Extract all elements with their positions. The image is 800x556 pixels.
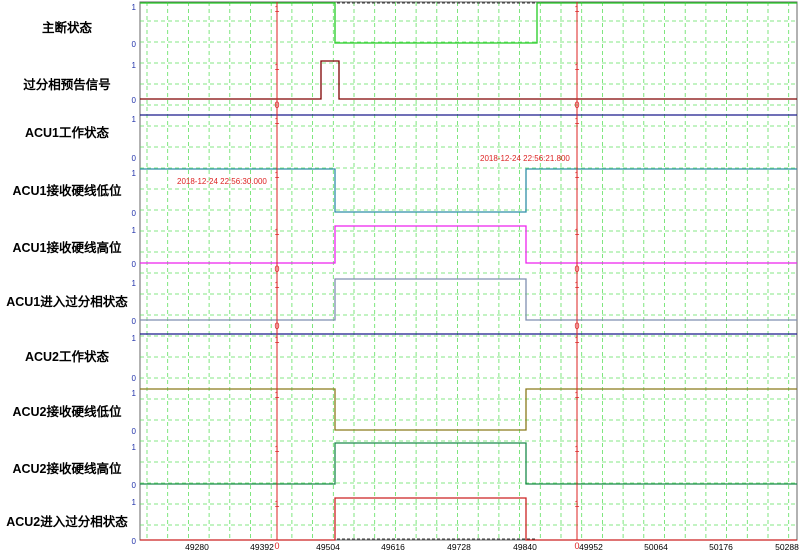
level-label-low: 0 [132, 374, 137, 383]
cursor-value-label: 1 [574, 499, 579, 509]
level-label-low: 0 [132, 537, 137, 546]
level-label-high: 1 [132, 498, 137, 507]
cursor-value-label: 1 [274, 499, 279, 509]
x-tick-label: 49504 [316, 542, 340, 552]
cursor-value-label: 1 [274, 116, 279, 126]
level-label-high: 1 [132, 279, 137, 288]
level-label-high: 1 [132, 169, 137, 178]
cursor-value-label: 1 [274, 170, 279, 180]
cursor-value-label: 1 [574, 227, 579, 237]
cursor-value-label: 0 [574, 100, 579, 110]
cursor-value-label: 0 [274, 100, 279, 110]
level-label-low: 0 [132, 96, 137, 105]
plot-frame [139, 1, 798, 541]
level-label-high: 1 [132, 443, 137, 452]
cursor-value-label: 1 [574, 62, 579, 72]
level-label-high: 1 [132, 226, 137, 235]
cursor-value-label: 0 [574, 321, 579, 331]
cursor-value-label: 1 [274, 62, 279, 72]
x-tick-label: 49616 [381, 542, 405, 552]
cursor-value-label: 1 [574, 4, 579, 14]
x-tick-label: 49728 [447, 542, 471, 552]
level-label-high: 1 [132, 389, 137, 398]
level-label-high: 1 [132, 334, 137, 343]
level-label-high: 1 [132, 3, 137, 12]
level-label-low: 0 [132, 209, 137, 218]
level-label-low: 0 [132, 260, 137, 269]
cursor-value-label: 1 [274, 280, 279, 290]
x-tick-label: 50288 [775, 542, 799, 552]
level-label-low: 0 [132, 481, 137, 490]
level-label-high: 1 [132, 61, 137, 70]
cursor-value-label: 1 [274, 335, 279, 345]
cursor-value-label: 0 [274, 264, 279, 274]
level-label-low: 0 [132, 427, 137, 436]
x-tick-label: 49392 [250, 542, 274, 552]
cursor-value-label: 0 [274, 541, 279, 551]
cursor-value-label: 0 [574, 264, 579, 274]
x-tick-label: 49952 [579, 542, 603, 552]
cursor-value-label: 1 [274, 227, 279, 237]
level-label-high: 1 [132, 115, 137, 124]
level-label-low: 0 [132, 317, 137, 326]
x-tick-label: 50176 [709, 542, 733, 552]
timing-chart: 主断状态 过分相预告信号 ACU1工作状态 ACU1接收硬线低位 ACU1接收硬线高位 A… [0, 0, 800, 556]
cursor-value-label: 1 [574, 335, 579, 345]
cursor-value-label: 1 [574, 280, 579, 290]
timestamp-label: 2018-12-24 22:56:30.000 [177, 177, 267, 186]
waveform-plot: 1 0 1 0 1 0 1 0 1 0 1 0 1 0 1 0 1 0 1 0 1 1 1 1 1 1 1 1 1 1 0 0 0 0 1 1 1 1 1 1… [132, 1, 799, 552]
x-tick-label: 49840 [513, 542, 537, 552]
cursor-value-label: 1 [274, 444, 279, 454]
timestamp-label: 2018-12-24 22:56:21.800 [480, 154, 570, 163]
cursor-value-label: 1 [574, 116, 579, 126]
cursor-value-label: 0 [274, 321, 279, 331]
level-label-low: 0 [132, 40, 137, 49]
x-tick-label: 50064 [644, 542, 668, 552]
cursor-value-label: 1 [574, 444, 579, 454]
cursor-value-label: 1 [274, 4, 279, 14]
x-tick-label: 49280 [185, 542, 209, 552]
cursor-value-label: 1 [574, 390, 579, 400]
cursor-value-label: 1 [574, 170, 579, 180]
cursor-value-label: 1 [274, 390, 279, 400]
level-label-low: 0 [132, 154, 137, 163]
